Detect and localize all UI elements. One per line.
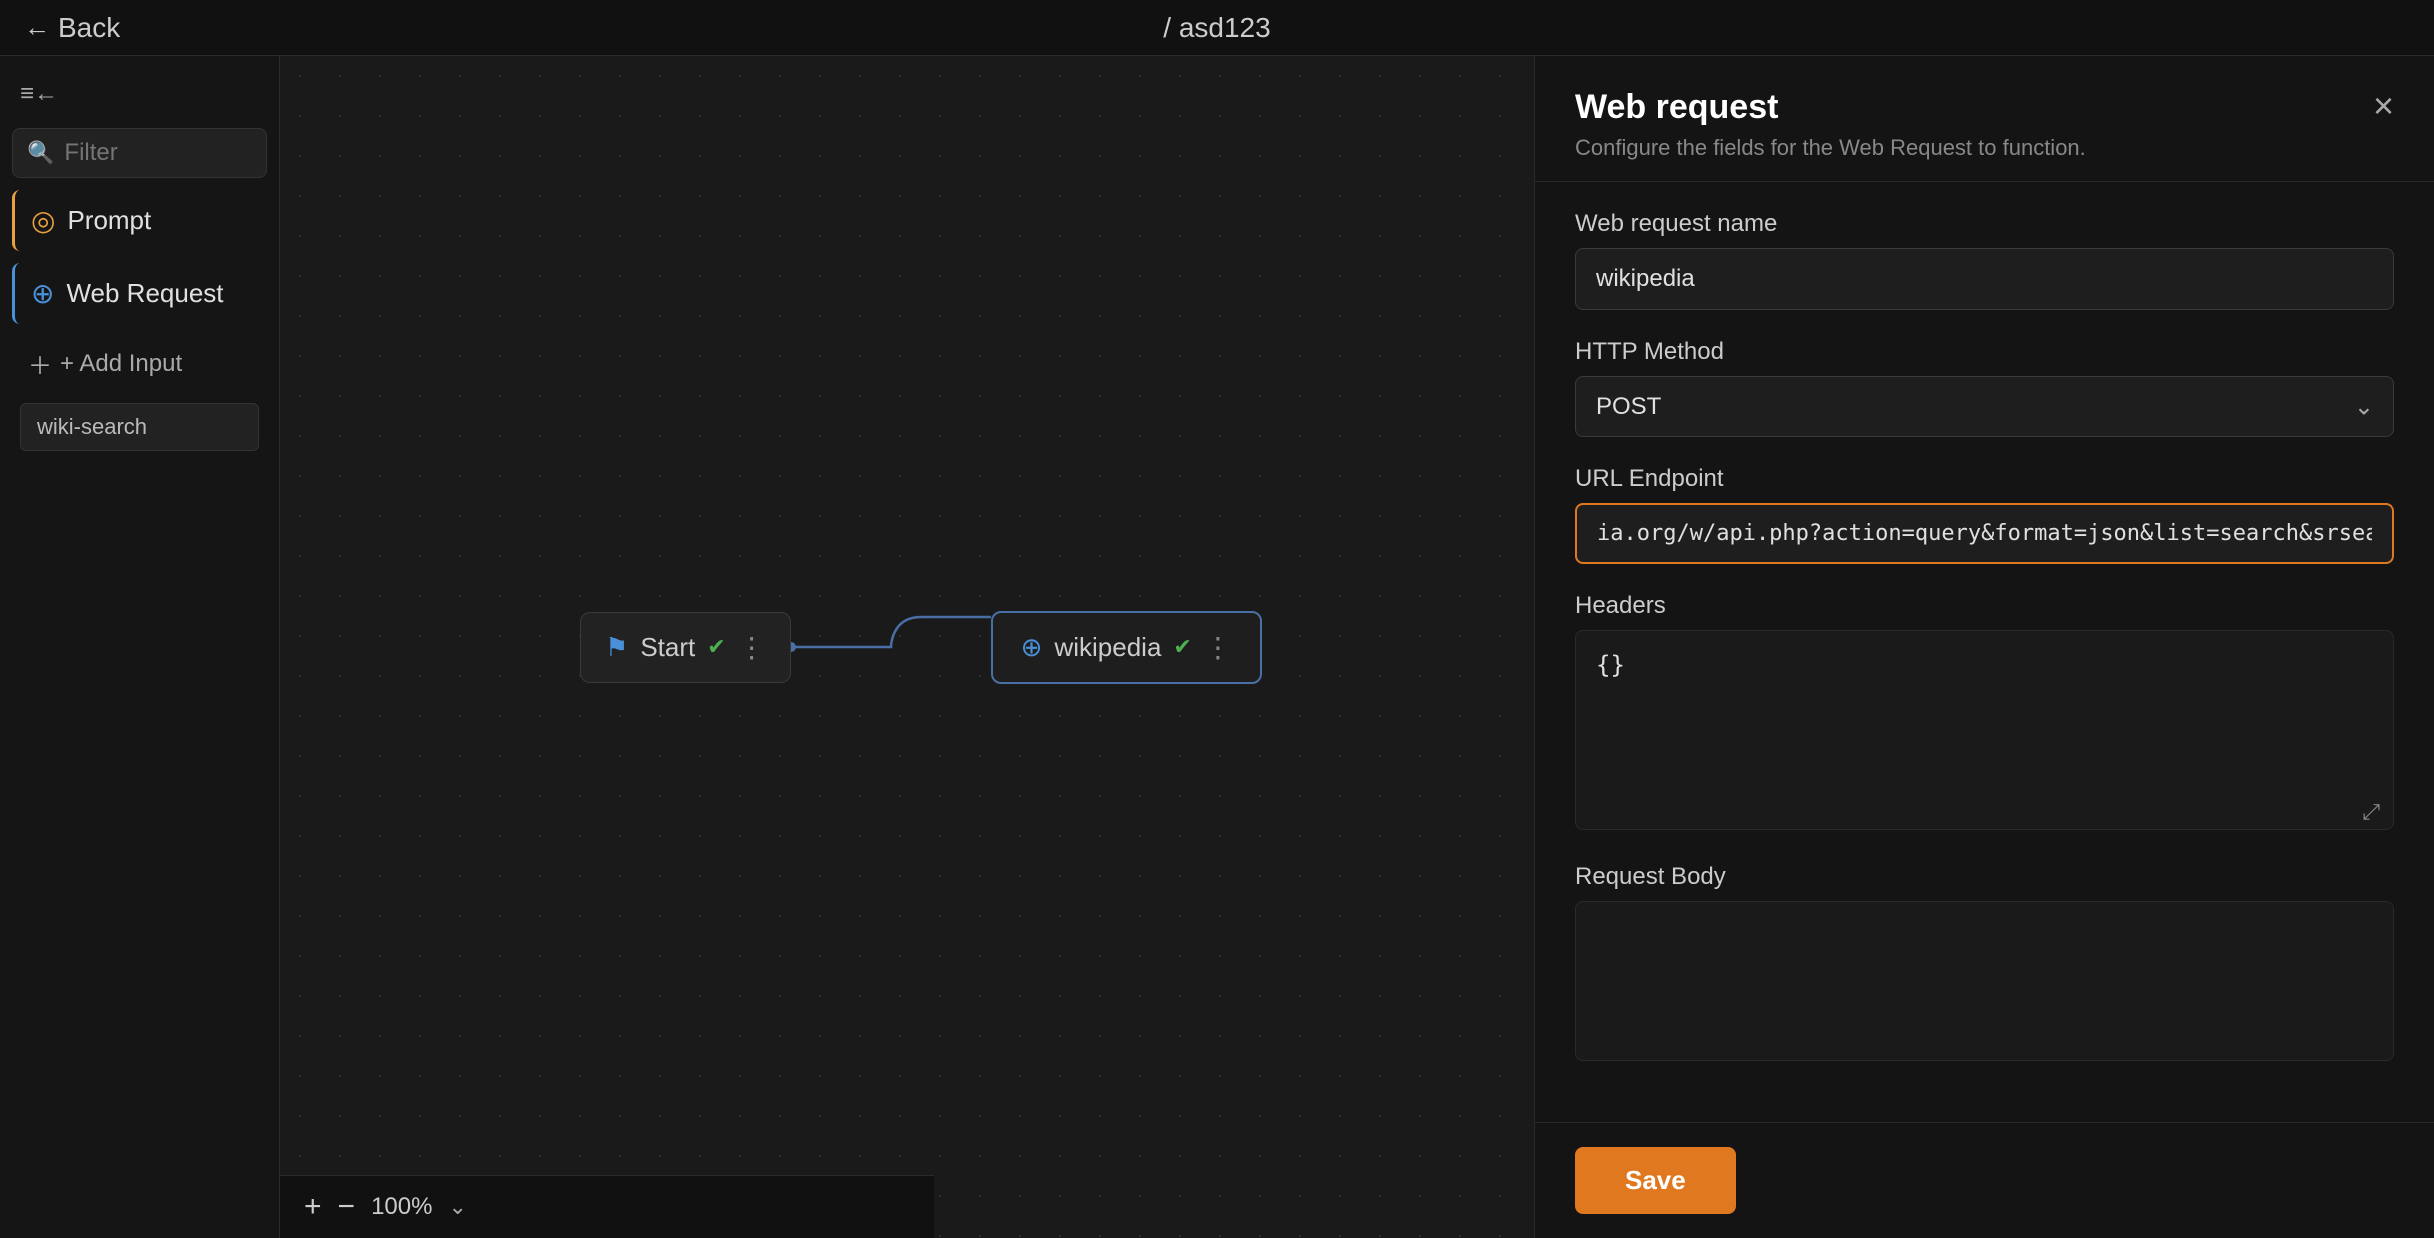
- zoom-add-button[interactable]: +: [304, 1190, 322, 1224]
- canvas: ⚑ Start ✔ ⋮ ⊕ wikipedia ✔ ⋮ + − 100%: [280, 56, 1534, 1238]
- request-body-field: Request Body: [1575, 863, 2394, 1066]
- search-icon: 🔍: [27, 140, 54, 166]
- panel-header: Web request Configure the fields for the…: [1535, 56, 2434, 182]
- search-input[interactable]: [64, 139, 252, 167]
- sidebar-collapse-button[interactable]: ≡←: [12, 72, 267, 116]
- url-endpoint-label: URL Endpoint: [1575, 465, 2394, 493]
- panel-footer: Save: [1535, 1122, 2434, 1238]
- back-button[interactable]: ← Back: [24, 12, 120, 44]
- http-method-select[interactable]: GET POST PUT DELETE PATCH: [1575, 376, 2394, 437]
- start-flag-icon: ⚑: [605, 632, 628, 663]
- right-panel: Web request Configure the fields for the…: [1534, 56, 2434, 1238]
- back-label: Back: [58, 12, 120, 44]
- web-request-name-label: Web request name: [1575, 210, 2394, 238]
- wikipedia-node-label: wikipedia: [1054, 632, 1161, 663]
- wikipedia-node[interactable]: ⊕ wikipedia ✔ ⋮: [991, 611, 1262, 684]
- zoom-chevron-icon[interactable]: ⌄: [448, 1194, 466, 1220]
- http-method-label: HTTP Method: [1575, 338, 2394, 366]
- sidebar: ≡← 🔍 ◎ Prompt ⊕ Web Request ＋ + Add Inpu…: [0, 56, 280, 1238]
- http-method-field: HTTP Method GET POST PUT DELETE PATCH ⌄: [1575, 338, 2394, 437]
- search-box: 🔍: [12, 128, 267, 178]
- web-request-name-input[interactable]: [1575, 248, 2394, 310]
- add-input-label: + Add Input: [60, 350, 182, 378]
- panel-body: Web request name HTTP Method GET POST PU…: [1535, 182, 2434, 1122]
- arrow-left-icon: ←: [24, 12, 50, 43]
- wiki-search-tag[interactable]: wiki-search: [20, 403, 259, 451]
- web-request-name-field: Web request name: [1575, 210, 2394, 310]
- wikipedia-check-icon: ✔: [1173, 634, 1191, 660]
- zoom-minus-button[interactable]: −: [338, 1190, 356, 1224]
- sidebar-item-label-prompt: Prompt: [67, 205, 151, 236]
- close-button[interactable]: ×: [2373, 88, 2394, 124]
- start-check-icon: ✔: [707, 634, 725, 660]
- url-endpoint-input[interactable]: [1575, 503, 2394, 564]
- request-body-label: Request Body: [1575, 863, 2394, 891]
- panel-subtitle: Configure the fields for the Web Request…: [1575, 135, 2086, 161]
- wikipedia-menu-icon[interactable]: ⋮: [1204, 631, 1232, 664]
- main-layout: ≡← 🔍 ◎ Prompt ⊕ Web Request ＋ + Add Inpu…: [0, 56, 2434, 1238]
- sidebar-item-prompt[interactable]: ◎ Prompt: [12, 190, 267, 251]
- sidebar-item-label-web: Web Request: [66, 278, 223, 309]
- add-input-button[interactable]: ＋ + Add Input: [12, 336, 267, 391]
- url-endpoint-field: URL Endpoint: [1575, 465, 2394, 564]
- headers-label: Headers: [1575, 592, 2394, 620]
- prompt-icon: ◎: [31, 204, 55, 237]
- expand-icon[interactable]: ⤢: [2362, 799, 2380, 825]
- connector-svg: [791, 607, 991, 687]
- canvas-content: ⚑ Start ✔ ⋮ ⊕ wikipedia ✔ ⋮: [280, 56, 1534, 1238]
- panel-title: Web request: [1575, 88, 2086, 127]
- header: ← Back / asd123: [0, 0, 2434, 56]
- web-request-icon: ⊕: [31, 277, 54, 310]
- save-button[interactable]: Save: [1575, 1147, 1736, 1214]
- canvas-toolbar: + − 100% ⌄: [280, 1175, 934, 1238]
- headers-textarea[interactable]: {}: [1575, 630, 2394, 830]
- zoom-value: 100%: [371, 1193, 432, 1221]
- sidebar-item-web-request[interactable]: ⊕ Web Request: [12, 263, 267, 324]
- add-icon: ＋: [28, 346, 52, 381]
- request-body-textarea[interactable]: [1575, 901, 2394, 1061]
- collapse-icon: ≡←: [20, 80, 58, 108]
- start-node[interactable]: ⚑ Start ✔ ⋮: [580, 612, 791, 683]
- start-node-label: Start: [640, 632, 695, 663]
- start-menu-icon[interactable]: ⋮: [738, 631, 766, 664]
- page-title: / asd123: [1163, 12, 1270, 44]
- globe-icon: ⊕: [1021, 632, 1043, 663]
- headers-field: Headers {} ⤢: [1575, 592, 2394, 835]
